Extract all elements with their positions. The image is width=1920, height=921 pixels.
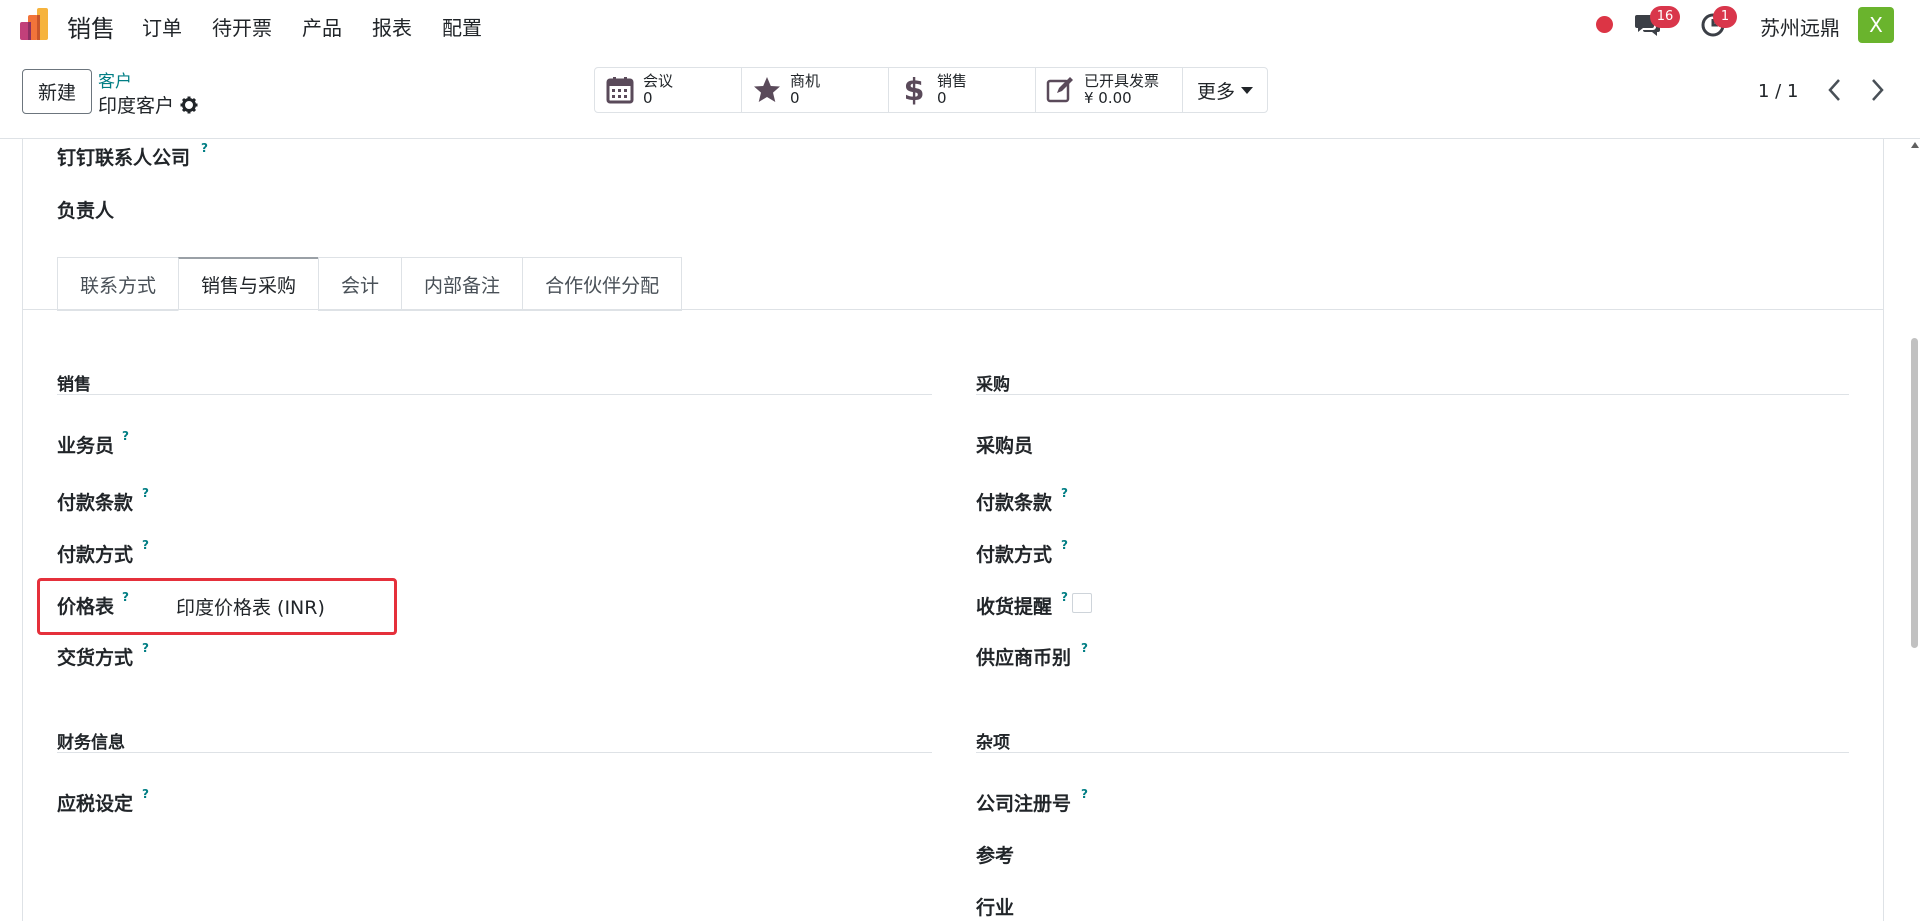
help-icon[interactable]: ? — [1081, 641, 1088, 655]
help-icon[interactable]: ? — [1081, 787, 1088, 801]
sales-app-icon[interactable] — [20, 8, 54, 40]
purchase-section-title: 采购 — [976, 375, 1010, 395]
more-label: 更多 — [1197, 80, 1236, 103]
calendar-icon — [605, 75, 635, 105]
pricelist-label: 价格表 — [57, 596, 115, 618]
tab-accounting[interactable]: 会计 — [318, 257, 402, 311]
activity-count-badge: 1 — [1713, 6, 1737, 28]
sales-section-divider — [57, 394, 932, 395]
help-icon[interactable]: ? — [142, 538, 149, 552]
invoiced-label: 已开具发票 — [1084, 72, 1160, 90]
meetings-label: 会议 — [643, 72, 674, 90]
help-icon[interactable]: ? — [122, 590, 129, 604]
new-button[interactable]: 新建 — [22, 69, 92, 114]
receipt-reminder-checkbox[interactable] — [1072, 593, 1092, 613]
app-name[interactable]: 销售 — [67, 9, 115, 44]
payment-terms-label: 付款条款 — [57, 492, 134, 514]
receipt-reminder-label: 收货提醒 — [976, 596, 1053, 618]
pricelist-field[interactable]: 印度价格表 (INR) — [176, 593, 325, 620]
scroll-up-arrow-icon[interactable] — [1910, 140, 1920, 150]
help-icon[interactable]: ? — [1061, 590, 1068, 604]
owner-label: 负责人 — [57, 200, 115, 222]
chevron-left-icon[interactable] — [1824, 77, 1846, 103]
purchase-payment-method-label: 付款方式 — [976, 544, 1053, 566]
invoiced-smart-button[interactable]: 已开具发票 ¥ 0.00 — [1036, 68, 1183, 112]
menu-products[interactable]: 产品 — [302, 12, 342, 41]
gear-icon[interactable] — [180, 96, 198, 114]
misc-section-divider — [976, 752, 1849, 753]
invoiced-amount: ¥ 0.00 — [1084, 89, 1132, 107]
fiscal-section-divider — [57, 752, 932, 753]
user-avatar[interactable]: X — [1858, 7, 1894, 43]
payment-method-label: 付款方式 — [57, 544, 134, 566]
tab-partner-assignment[interactable]: 合作伙伴分配 — [522, 257, 683, 311]
meetings-smart-button[interactable]: 会议 0 — [595, 68, 742, 112]
tab-sales-purchase[interactable]: 销售与采购 — [178, 257, 319, 311]
company-switcher[interactable]: 苏州远鼎 — [1760, 12, 1840, 41]
breadcrumb-current: 印度客户 — [98, 91, 198, 118]
dingtalk-company-label: 钉钉联系人公司 — [57, 147, 191, 169]
smart-buttons: 会议 0 商机 0 $ 销售 0 已开具发票 ¥ 0.00 更多 — [594, 67, 1269, 113]
supplier-currency-label: 供应商币别 — [976, 647, 1072, 669]
purchase-payment-terms-label: 付款条款 — [976, 492, 1053, 514]
opportunities-smart-button[interactable]: 商机 0 — [742, 68, 889, 112]
help-icon[interactable]: ? — [122, 429, 129, 443]
opportunities-count: 0 — [790, 89, 800, 107]
sales-section-title: 销售 — [57, 375, 91, 395]
sales-smart-button[interactable]: $ 销售 0 — [889, 68, 1036, 112]
chevron-right-icon[interactable] — [1866, 77, 1888, 103]
chat-count-badge: 16 — [1650, 6, 1680, 28]
star-icon — [752, 75, 782, 105]
salesperson-label: 业务员 — [57, 435, 115, 457]
record-name: 印度客户 — [98, 95, 175, 117]
opportunities-label: 商机 — [790, 72, 821, 90]
control-panel: 新建 客户 印度客户 会议 0 商机 0 $ 销售 0 已开具发票 ¥ 0.00… — [0, 49, 1920, 139]
menu-orders[interactable]: 订单 — [142, 12, 182, 41]
menu-to-invoice[interactable]: 待开票 — [212, 12, 272, 41]
sales-count: 0 — [937, 89, 947, 107]
dollar-icon: $ — [899, 75, 929, 105]
help-icon[interactable]: ? — [142, 787, 149, 801]
misc-section-title: 杂项 — [976, 733, 1010, 753]
help-icon[interactable]: ? — [1061, 486, 1068, 500]
svg-text:$: $ — [904, 75, 925, 105]
breadcrumb-customers-link[interactable]: 客户 — [98, 67, 132, 92]
meetings-count: 0 — [643, 89, 653, 107]
scrollbar-thumb[interactable] — [1911, 338, 1918, 648]
pager-value[interactable]: 1 / 1 — [1758, 81, 1798, 102]
tab-internal-notes[interactable]: 内部备注 — [401, 257, 523, 311]
tab-divider — [23, 309, 1884, 310]
more-button[interactable]: 更多 — [1183, 68, 1267, 112]
help-icon[interactable]: ? — [142, 486, 149, 500]
industry-label: 行业 — [976, 897, 1015, 919]
delivery-method-label: 交货方式 — [57, 647, 134, 669]
fiscal-position-label: 应税设定 — [57, 793, 134, 815]
fiscal-section-title: 财务信息 — [57, 733, 125, 753]
reference-label: 参考 — [976, 845, 1015, 867]
edit-icon — [1046, 75, 1076, 105]
menu-reporting[interactable]: 报表 — [372, 12, 412, 41]
notebook-tabs: 联系方式 销售与采购 会计 内部备注 合作伙伴分配 — [57, 257, 683, 311]
top-menu: 订单 待开票 产品 报表 配置 — [142, 12, 512, 41]
buyer-label: 采购员 — [976, 435, 1034, 457]
help-icon[interactable]: ? — [1061, 538, 1068, 552]
top-navbar: 销售 订单 待开票 产品 报表 配置 16 1 苏州远鼎 X — [0, 0, 1920, 49]
tab-contact[interactable]: 联系方式 — [57, 257, 179, 311]
purchase-section-divider — [976, 394, 1849, 395]
menu-configuration[interactable]: 配置 — [442, 12, 482, 41]
help-icon[interactable]: ? — [201, 141, 208, 155]
caret-down-icon — [1241, 86, 1254, 94]
company-registry-label: 公司注册号 — [976, 793, 1072, 815]
record-indicator-dot[interactable] — [1596, 16, 1613, 33]
sales-label: 销售 — [937, 72, 968, 90]
help-icon[interactable]: ? — [142, 641, 149, 655]
